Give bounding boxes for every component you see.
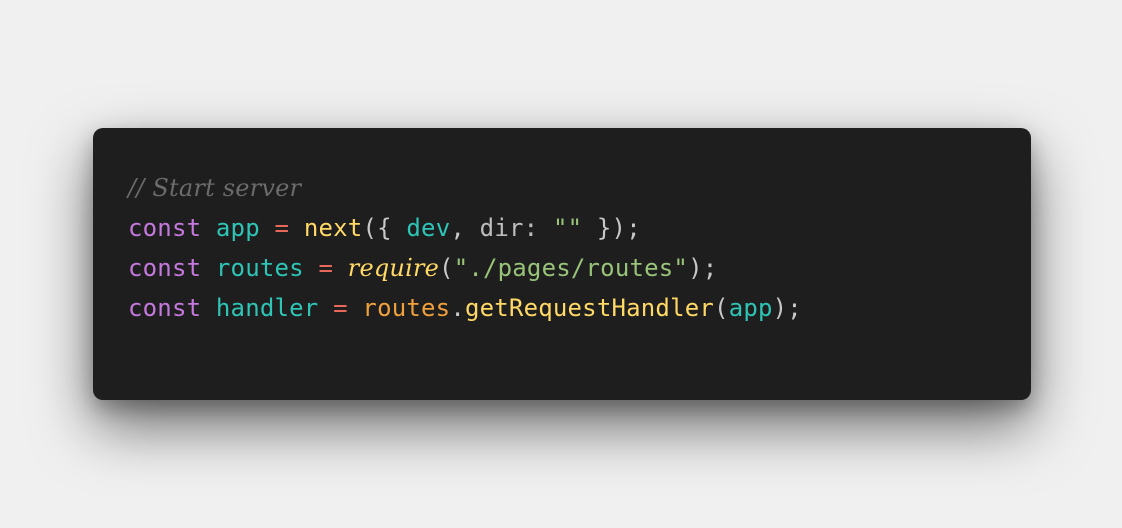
assign-operator: = [318,254,334,282]
punctuation: ( [714,294,729,322]
punctuation: ( [439,254,454,282]
comment-text: // Start server [128,174,302,202]
code-line-handler: const handler = routes.getRequestHandler… [128,288,1031,328]
string-literal: "./pages/routes" [453,254,689,282]
punctuation: , [450,214,466,242]
assign-operator: = [274,214,290,242]
object-name: routes [362,294,451,322]
code-snippet-window: // Start server const app = next({ dev, … [93,128,1031,400]
keyword-const: const [128,254,202,282]
code-line-comment: // Start server [128,168,1031,208]
argument: dev [406,214,451,242]
string-literal: "" [552,214,583,242]
variable-name: app [215,214,260,242]
property-key: dir: [479,214,539,242]
function-name: next [303,214,363,242]
code-line-routes: const routes = require("./pages/routes")… [128,248,1031,288]
function-name: require [347,254,440,282]
variable-name: routes [215,254,304,282]
code-line-app: const app = next({ dev, dir: "" }); [128,208,1031,248]
punctuation: }); [596,214,641,242]
variable-name: handler [215,294,319,322]
punctuation: . [450,294,465,322]
punctuation: ); [772,294,802,322]
keyword-const: const [128,294,202,322]
punctuation: ({ [362,214,392,242]
method-name: getRequestHandler [464,294,715,322]
punctuation: ); [688,254,718,282]
keyword-const: const [128,214,202,242]
assign-operator: = [333,294,348,322]
argument: app [728,294,773,322]
